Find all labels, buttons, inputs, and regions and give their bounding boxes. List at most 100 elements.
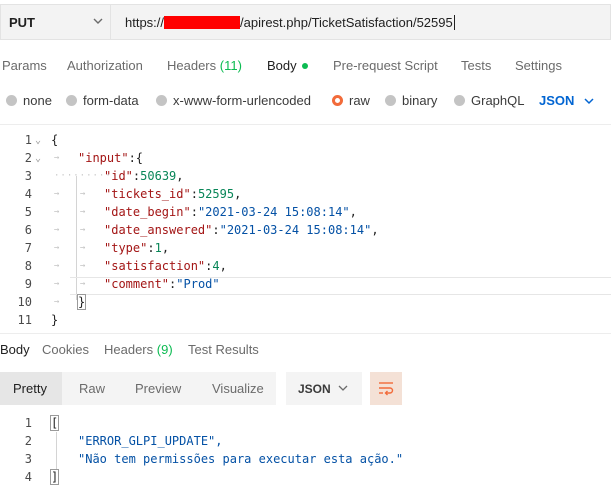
- indent-arrow-icon: →: [80, 243, 86, 253]
- tab-tests[interactable]: Tests: [461, 58, 491, 73]
- json-key: "type": [104, 241, 148, 255]
- code-line: 6 → → "date_answered":"2021-03-24 15:08:…: [0, 223, 611, 241]
- tab-test-results[interactable]: Test Results: [188, 342, 259, 357]
- fold-icon[interactable]: ⌄: [31, 153, 45, 165]
- indent-arrow-icon: →: [54, 297, 60, 307]
- tab-label: Cookies: [42, 342, 89, 357]
- tab-settings[interactable]: Settings: [515, 58, 562, 73]
- tab-label: Headers: [167, 58, 217, 73]
- tab-label: Params: [2, 58, 47, 73]
- indent-arrow-icon: →: [54, 279, 60, 289]
- tab-response-body[interactable]: Body: [0, 342, 30, 357]
- line-number: 9: [24, 277, 32, 291]
- radio-label: binary: [402, 93, 438, 108]
- radio-binary[interactable]: binary: [385, 93, 437, 111]
- wrap-lines-button[interactable]: [370, 372, 402, 405]
- indent-arrow-icon: →: [80, 207, 86, 217]
- request-body-editor[interactable]: 1 ⌄ { 2 ⌄ → "input":{ 3 ·········· "id":…: [0, 132, 611, 327]
- request-tabs: Params Authorization Headers (11) Body P…: [0, 58, 611, 78]
- response-format-select[interactable]: JSON: [286, 372, 362, 405]
- code-text: }: [51, 313, 59, 327]
- indent-arrow-icon: →: [54, 261, 60, 271]
- url-suffix: /apirest.php/TicketSatisfaction/52595: [240, 15, 453, 30]
- tab-headers[interactable]: Headers (11): [167, 58, 242, 73]
- indent-arrow-icon: →: [54, 243, 60, 253]
- json-punct: :{: [128, 151, 144, 165]
- tab-label: Pre-request Script: [333, 58, 438, 73]
- json-key: "input": [78, 151, 129, 165]
- tab-pre-request-script[interactable]: Pre-request Script: [333, 58, 438, 73]
- tab-response-cookies[interactable]: Cookies: [42, 342, 89, 357]
- json-key: "tickets_id": [104, 187, 191, 201]
- chevron-down-icon: [93, 18, 103, 24]
- response-format-label: JSON: [298, 382, 331, 396]
- url-text: https:// /apirest.php/TicketSatisfaction/…: [125, 15, 455, 30]
- indent-arrow-icon: →: [54, 207, 60, 217]
- indent-arrow-icon: →: [80, 261, 86, 271]
- line-number: 4: [24, 187, 32, 201]
- radio-none[interactable]: none: [6, 93, 52, 111]
- code-text: "type":1,: [104, 241, 170, 255]
- response-body-editor[interactable]: 1 [ 2 "ERROR_GLPI_UPDATE", 3 "Não tem pe…: [0, 414, 611, 492]
- radio-label: x-www-form-urlencoded: [173, 93, 311, 108]
- json-value: 50639: [140, 169, 177, 183]
- radio-unchecked-icon: [156, 95, 167, 106]
- code-text: "input":{: [78, 151, 143, 165]
- radio-form-data[interactable]: form-data: [66, 93, 139, 111]
- code-text: "id":50639,: [104, 169, 184, 183]
- line-number: 7: [24, 241, 32, 255]
- indent-arrow-icon: →: [80, 225, 86, 235]
- radio-checked-icon: [332, 95, 343, 106]
- line-number: 6: [24, 223, 32, 237]
- code-text: "satisfaction":4,: [104, 259, 227, 273]
- view-raw-button[interactable]: Raw: [79, 381, 105, 396]
- chevron-down-icon[interactable]: [583, 95, 595, 107]
- code-text: "date_begin":"2021-03-24 15:08:14",: [104, 205, 357, 219]
- body-language-select[interactable]: JSON: [539, 93, 574, 108]
- view-preview-button[interactable]: Preview: [135, 381, 181, 396]
- headers-count-badge: (9): [156, 342, 173, 357]
- line-number: 10: [17, 295, 32, 309]
- line-number: 3: [24, 452, 32, 466]
- line-number: 1: [24, 416, 32, 430]
- tab-authorization[interactable]: Authorization: [67, 58, 143, 73]
- json-key: "satisfaction": [104, 259, 206, 273]
- code-line: 10 → }: [0, 294, 611, 313]
- headers-count-badge: (11): [219, 58, 242, 73]
- line-number: 11: [17, 313, 32, 327]
- code-text: }: [76, 294, 87, 310]
- view-visualize-button[interactable]: Visualize: [212, 381, 264, 396]
- tab-response-headers[interactable]: Headers (9): [104, 342, 173, 357]
- view-pretty-button[interactable]: Pretty: [13, 381, 47, 396]
- radio-label: GraphQL: [471, 93, 525, 108]
- divider: [0, 124, 611, 125]
- line-number: 3: [24, 169, 32, 183]
- json-value: "Prod": [176, 277, 220, 291]
- json-key: "id": [104, 169, 133, 183]
- request-url-bar: PUT https:// /apirest.php/TicketSatisfact…: [0, 4, 611, 40]
- text-caret: [453, 15, 455, 30]
- code-line: 7 → → "type":1,: [0, 241, 611, 259]
- body-indicator-dot: [301, 63, 308, 69]
- radio-x-www-form-urlencoded[interactable]: x-www-form-urlencoded: [156, 93, 311, 111]
- fold-icon[interactable]: ⌄: [31, 135, 45, 147]
- line-number: 4: [24, 470, 32, 484]
- body-language-label: JSON: [539, 93, 575, 108]
- code-text: {: [51, 133, 59, 147]
- json-value: 4: [212, 259, 220, 273]
- radio-raw[interactable]: raw: [332, 93, 370, 111]
- tab-body[interactable]: Body: [267, 58, 308, 73]
- code-line: 8 → → "satisfaction":4,: [0, 259, 611, 277]
- url-input[interactable]: https:// /apirest.php/TicketSatisfaction/…: [110, 4, 611, 40]
- tab-label: Body: [0, 342, 30, 357]
- json-value: "2021-03-24 15:08:14": [219, 223, 372, 237]
- url-redaction: [164, 16, 241, 29]
- chevron-down-icon: [338, 385, 348, 391]
- tab-label: Tests: [461, 58, 492, 73]
- tab-params[interactable]: Params: [2, 58, 47, 73]
- code-line: 9 → → "comment":"Prod": [0, 277, 611, 295]
- code-line: 3 ·········· "id":50639,: [0, 169, 611, 187]
- radio-graphql[interactable]: GraphQL: [454, 93, 524, 111]
- method-select[interactable]: PUT: [0, 4, 110, 40]
- tab-label: Body: [267, 58, 297, 73]
